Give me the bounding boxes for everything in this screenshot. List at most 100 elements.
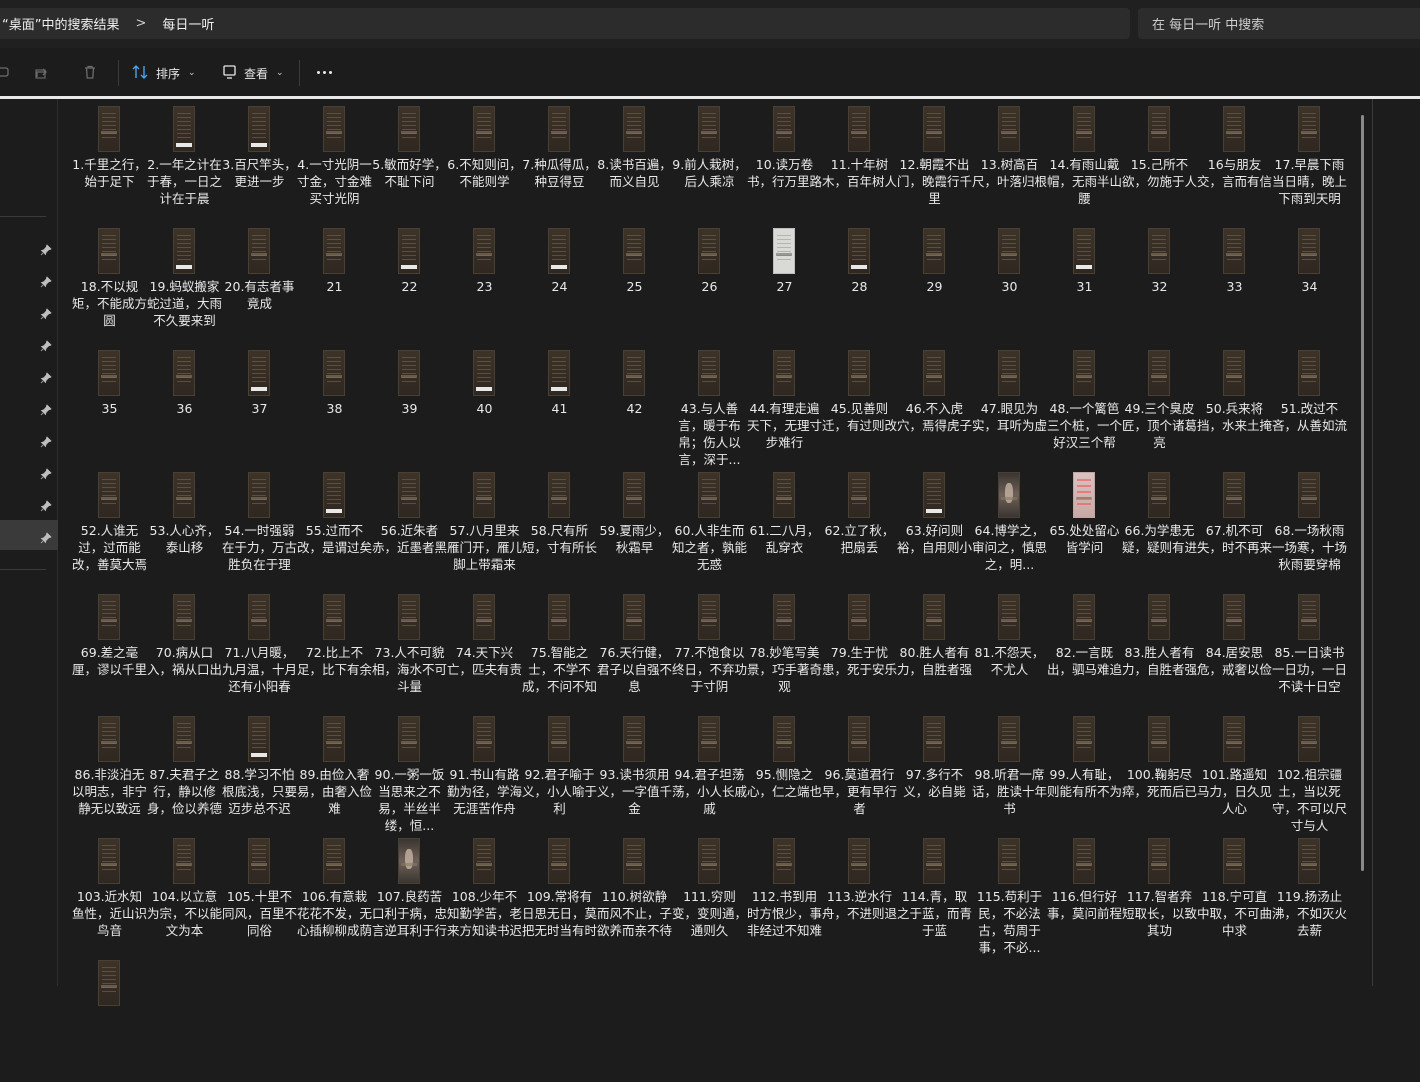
file-item[interactable]: 55.过而不改，是谓过矣	[297, 472, 372, 594]
file-item[interactable]: 110.树欲静而风不止，子欲养而亲不待	[597, 838, 672, 960]
file-item[interactable]: 62.立了秋，把扇丢	[822, 472, 897, 594]
file-item[interactable]: 15.己所不欲，勿施于人	[1122, 106, 1197, 228]
file-item[interactable]: 20.有志者事竟成	[222, 228, 297, 350]
file-item[interactable]: 69.差之毫厘，谬以千里	[72, 594, 147, 716]
file-item[interactable]: 34	[1272, 228, 1347, 350]
file-item[interactable]: 21	[297, 228, 372, 350]
pin-icon[interactable]	[38, 498, 54, 514]
file-item[interactable]: 60.人非生而知之者，孰能无惑	[672, 472, 747, 594]
file-item[interactable]: 100.鞠躬尽瘁，死而后已	[1122, 716, 1197, 838]
file-item[interactable]: 14.有雨山戴帽，无雨半山腰	[1047, 106, 1122, 228]
file-item[interactable]: 72.比上不足，比下有余	[297, 594, 372, 716]
file-item[interactable]: 91.书山有路勤为径，学海无涯苦作舟	[447, 716, 522, 838]
file-item[interactable]: 18.不以规矩，不能成方圆	[72, 228, 147, 350]
file-item[interactable]: 27	[747, 228, 822, 350]
file-item[interactable]: 11.十年树木，百年树人	[822, 106, 897, 228]
file-item[interactable]: 83.胜人者有力，自胜者强	[1122, 594, 1197, 716]
file-item[interactable]: 105.十里不同风，百里不同俗	[222, 838, 297, 960]
file-item[interactable]: 102.祖宗疆土，当以死守，不可以尺寸与人	[1272, 716, 1347, 838]
sort-button[interactable]: 排序 ⌄	[132, 60, 196, 86]
file-item[interactable]: 107.良药苦口利于病，忠言逆耳利于行	[372, 838, 447, 960]
file-item[interactable]: 16与朋友交，言而有信	[1197, 106, 1272, 228]
more-options-icon[interactable]	[314, 64, 334, 80]
file-item[interactable]: 78.妙笔写美景，巧手著奇观	[747, 594, 822, 716]
file-item[interactable]: 93.读书须用义，一字值千金	[597, 716, 672, 838]
pin-icon[interactable]	[38, 242, 54, 258]
file-item[interactable]: 47.眼见为实，耳听为虚	[972, 350, 1047, 472]
file-item[interactable]: 77.不饱食以终日，不弃功于寸阴	[672, 594, 747, 716]
file-item[interactable]: 25	[597, 228, 672, 350]
file-item[interactable]: 67.机不可失，时不再来	[1197, 472, 1272, 594]
file-item[interactable]: 41	[522, 350, 597, 472]
file-item[interactable]: 80.胜人者有力，自胜者强	[897, 594, 972, 716]
share-icon[interactable]	[32, 62, 52, 82]
file-item[interactable]: 23	[447, 228, 522, 350]
file-item[interactable]: 68.一场秋雨一场寒，十场秋雨要穿棉	[1272, 472, 1347, 594]
rename-icon[interactable]	[0, 62, 12, 82]
file-item[interactable]: 111.穷则变，变则通，通则久	[672, 838, 747, 960]
file-item[interactable]: 96.莫道君行早，更有早行者	[822, 716, 897, 838]
file-item[interactable]: 61.二八月，乱穿衣	[747, 472, 822, 594]
file-item[interactable]: 33	[1197, 228, 1272, 350]
delete-icon[interactable]	[80, 62, 100, 82]
file-item[interactable]: 19.蚂蚁搬家蛇过道，大雨不久要来到	[147, 228, 222, 350]
file-item[interactable]: 82.一言既出，驷马难追	[1047, 594, 1122, 716]
file-item[interactable]: 50.兵来将挡，水来土掩	[1197, 350, 1272, 472]
file-item[interactable]: 92.君子喻于义，小人喻于利	[522, 716, 597, 838]
file-item[interactable]	[72, 960, 147, 1082]
file-item[interactable]: 54.一时强弱在于力，万古胜负在于理	[222, 472, 297, 594]
file-item[interactable]: 89.由俭入奢易，由奢入俭难	[297, 716, 372, 838]
view-button[interactable]: 查看 ⌄	[222, 60, 284, 86]
file-item[interactable]: 9.前人栽树，后人乘凉	[672, 106, 747, 228]
file-item[interactable]: 36	[147, 350, 222, 472]
file-item[interactable]: 99.人有耻，则能有所不为	[1047, 716, 1122, 838]
file-item[interactable]: 65.处处留心皆学问	[1047, 472, 1122, 594]
file-item[interactable]: 17.早晨下雨当日晴，晚上下雨到天明	[1272, 106, 1347, 228]
file-item[interactable]: 112.书到用时方恨少，事非经过不知难	[747, 838, 822, 960]
file-item[interactable]: 31	[1047, 228, 1122, 350]
file-item[interactable]: 13.树高百尺，叶落归根	[972, 106, 1047, 228]
file-item[interactable]: 117.智者弃短取长，以致其功	[1122, 838, 1197, 960]
file-item[interactable]: 73.人不可貌相，海水不可斗量	[372, 594, 447, 716]
pin-icon[interactable]	[38, 306, 54, 322]
file-item[interactable]: 42	[597, 350, 672, 472]
file-item[interactable]: 88.学习不怕根底浅，只要迈步总不迟	[222, 716, 297, 838]
file-item[interactable]: 79.生于忧患，死于安乐	[822, 594, 897, 716]
file-item[interactable]: 85.一日读书一日功，一日不读十日空	[1272, 594, 1347, 716]
file-item[interactable]: 119.扬汤止沸，不如灭火去薪	[1272, 838, 1347, 960]
pin-icon[interactable]	[38, 338, 54, 354]
file-item[interactable]: 46.不入虎穴，焉得虎子	[897, 350, 972, 472]
file-item[interactable]: 49.三个臭皮匠，顶个诸葛亮	[1122, 350, 1197, 472]
search-input[interactable]: 在 每日一听 中搜索	[1138, 8, 1420, 39]
file-item[interactable]: 45.见善则迁，有过则改	[822, 350, 897, 472]
pin-icon[interactable]	[38, 370, 54, 386]
file-item[interactable]: 35	[72, 350, 147, 472]
file-item[interactable]: 43.与人善言，暖于布帛；伤人以言，深于...	[672, 350, 747, 472]
file-item[interactable]: 12.朝霞不出门，晚霞行千里	[897, 106, 972, 228]
file-item[interactable]: 4.一寸光阴一寸金，寸金难买寸光阴	[297, 106, 372, 228]
file-item[interactable]: 44.有理走遍天下，无理寸步难行	[747, 350, 822, 472]
file-item[interactable]: 104.以立意为宗，不以能文为本	[147, 838, 222, 960]
file-item[interactable]: 2.一年之计在于春，一日之计在于晨	[147, 106, 222, 228]
file-item[interactable]: 6.不知则问，不能则学	[447, 106, 522, 228]
file-item[interactable]: 95.恻隐之心，仁之端也	[747, 716, 822, 838]
file-item[interactable]: 3.百尺竿头，更进一步	[222, 106, 297, 228]
file-item[interactable]: 63.好问则裕，自用则小	[897, 472, 972, 594]
file-item[interactable]: 86.非淡泊无以明志，非宁静无以致远	[72, 716, 147, 838]
file-item[interactable]: 76.天行健，君子以自强不息	[597, 594, 672, 716]
breadcrumb[interactable]: “桌面”中的搜索结果 > 每日一听	[0, 8, 1130, 39]
pin-icon[interactable]	[38, 530, 54, 546]
file-item[interactable]: 116.但行好事，莫问前程	[1047, 838, 1122, 960]
file-item[interactable]: 1.千里之行，始于足下	[72, 106, 147, 228]
file-item[interactable]: 64.博学之，审问之，慎思之，明...	[972, 472, 1047, 594]
file-item[interactable]: 70.病从口入，祸从口出	[147, 594, 222, 716]
file-item[interactable]: 103.近水知鱼性，近山识鸟音	[72, 838, 147, 960]
file-item[interactable]: 26	[672, 228, 747, 350]
file-item[interactable]: 22	[372, 228, 447, 350]
breadcrumb-folder[interactable]: 每日一听	[156, 14, 220, 33]
file-item[interactable]: 108.少年不知勤学苦，老来方知读书迟	[447, 838, 522, 960]
file-item[interactable]: 106.有意栽花花不发，无心插柳柳成荫	[297, 838, 372, 960]
file-item[interactable]: 37	[222, 350, 297, 472]
file-item[interactable]: 87.夫君子之行，静以修身，俭以养德	[147, 716, 222, 838]
file-item[interactable]: 97.多行不义，必自毙	[897, 716, 972, 838]
